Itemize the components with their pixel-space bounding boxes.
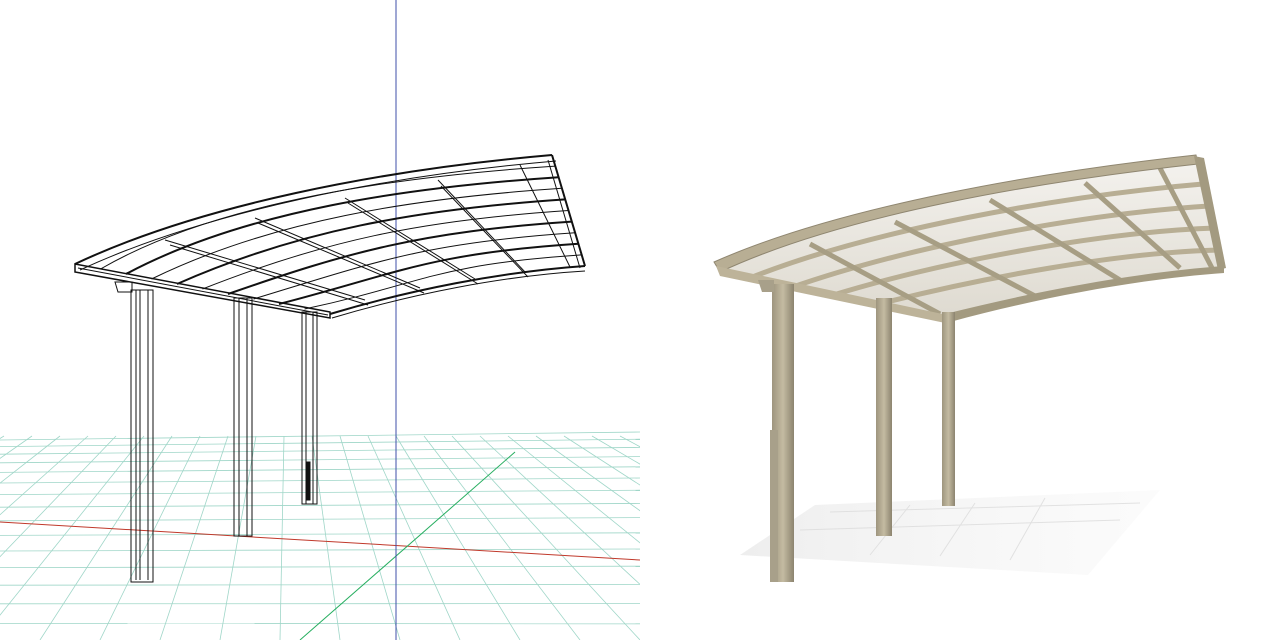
grid-line (0, 435, 117, 558)
wire-rafters (100, 165, 582, 310)
grid-line (423, 435, 581, 640)
rendered-viewport[interactable] (640, 0, 1280, 640)
rendered-canvas[interactable] (640, 0, 1280, 640)
grid-line (0, 584, 640, 586)
grid-line (0, 447, 640, 455)
wire-rafter (304, 254, 582, 310)
grid-line (0, 456, 640, 464)
grid-line (0, 431, 640, 441)
grid-line (0, 435, 61, 484)
wire-post-3 (301, 311, 318, 505)
grid-line (395, 435, 521, 640)
wire-rafter (125, 176, 559, 275)
grid-line (0, 438, 640, 447)
grid-line (0, 435, 5, 439)
grid-line (279, 435, 285, 640)
wire-rafter (151, 187, 562, 280)
wire-rafter (176, 198, 566, 285)
grid-line (219, 435, 257, 640)
grid-line (367, 435, 461, 640)
grid-line (479, 435, 640, 585)
grid-line (339, 435, 401, 640)
wireframe-canvas[interactable] (0, 0, 640, 640)
wire-post-2 (233, 297, 253, 537)
grid-line (39, 435, 173, 640)
grid-line (0, 517, 640, 522)
grid-line (0, 435, 89, 516)
wireframe-viewport[interactable] (0, 0, 640, 640)
grid-line (311, 435, 341, 640)
grid-line (0, 503, 640, 508)
grid-line (0, 466, 640, 473)
grid-line (0, 532, 640, 536)
grid-line (159, 435, 229, 640)
ground-grid (0, 431, 640, 640)
axis-x-line (0, 521, 640, 561)
wire-roof-back-edge (329, 265, 586, 315)
grid-line (0, 548, 640, 552)
post-2 (876, 298, 892, 536)
post-3 (942, 312, 955, 506)
wire-gutter-bracket (114, 281, 133, 293)
grid-line (0, 565, 640, 568)
grid-line (99, 435, 201, 640)
gutter-bracket (758, 280, 774, 292)
grid-line (0, 477, 640, 484)
